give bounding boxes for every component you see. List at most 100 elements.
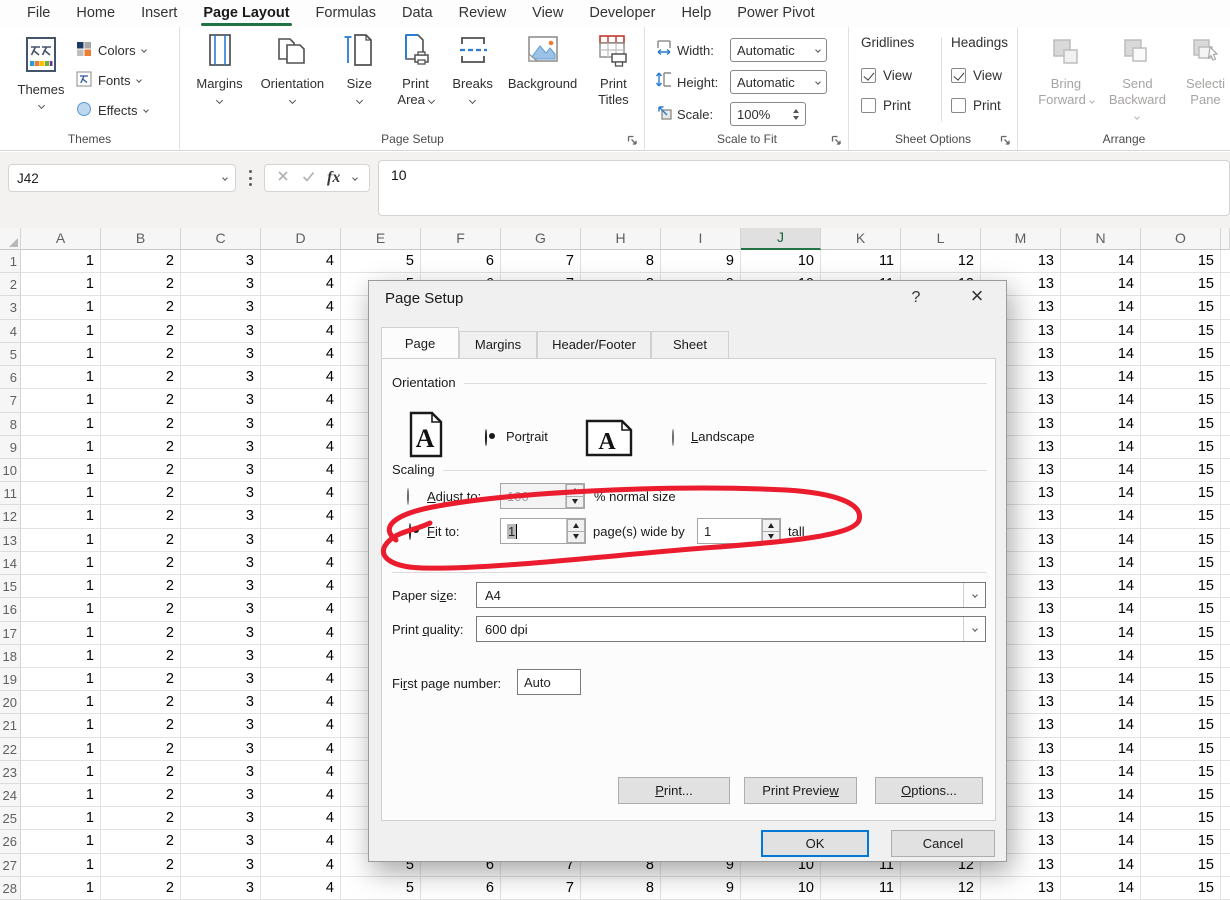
cell-D3[interactable]: 4 — [261, 296, 341, 319]
margins-button[interactable]: Margins — [189, 27, 250, 103]
row-header-27[interactable]: 27 — [0, 854, 21, 877]
cell-B5[interactable]: 2 — [101, 343, 181, 366]
cell-D27[interactable]: 4 — [261, 854, 341, 877]
cell-O2[interactable]: 15 — [1141, 273, 1221, 296]
cell-A25[interactable]: 1 — [21, 807, 101, 830]
cell-G28[interactable]: 7 — [501, 877, 581, 900]
cell-C11[interactable]: 3 — [181, 482, 261, 505]
cancel-button[interactable]: Cancel — [891, 830, 995, 857]
cell-C23[interactable]: 3 — [181, 761, 261, 784]
cell-N6[interactable]: 14 — [1061, 366, 1141, 389]
cell-N2[interactable]: 14 — [1061, 273, 1141, 296]
cancel-entry-icon[interactable] — [277, 169, 289, 187]
cell-O24[interactable]: 15 — [1141, 784, 1221, 807]
print-preview-button[interactable]: Print Preview — [744, 777, 857, 804]
cell-L28[interactable]: 12 — [901, 877, 981, 900]
cell-K1[interactable]: 11 — [821, 250, 901, 273]
column-header-O[interactable]: O — [1141, 228, 1221, 250]
cell-D11[interactable]: 4 — [261, 482, 341, 505]
fit-to-label[interactable]: Fit to: — [427, 524, 460, 539]
cell-O21[interactable]: 15 — [1141, 714, 1221, 737]
row-header-12[interactable]: 12 — [0, 505, 21, 528]
cell-A14[interactable]: 1 — [21, 552, 101, 575]
cell-O6[interactable]: 15 — [1141, 366, 1221, 389]
cell-N11[interactable]: 14 — [1061, 482, 1141, 505]
tab-page[interactable]: Page — [381, 327, 459, 358]
size-button[interactable]: Size — [335, 27, 384, 103]
column-header-K[interactable]: K — [821, 228, 901, 250]
cell-B23[interactable]: 2 — [101, 761, 181, 784]
headings-view-checkbox[interactable]: View — [951, 60, 1023, 90]
cell-B11[interactable]: 2 — [101, 482, 181, 505]
cell-N14[interactable]: 14 — [1061, 552, 1141, 575]
cell-B3[interactable]: 2 — [101, 296, 181, 319]
column-header-H[interactable]: H — [581, 228, 661, 250]
cell-B1[interactable]: 2 — [101, 250, 181, 273]
cell-B2[interactable]: 2 — [101, 273, 181, 296]
column-header-N[interactable]: N — [1061, 228, 1141, 250]
cell-N20[interactable]: 14 — [1061, 691, 1141, 714]
cell-N7[interactable]: 14 — [1061, 389, 1141, 412]
cell-A7[interactable]: 1 — [21, 389, 101, 412]
cell-O28[interactable]: 15 — [1141, 877, 1221, 900]
cell-N15[interactable]: 14 — [1061, 575, 1141, 598]
cell-D2[interactable]: 4 — [261, 273, 341, 296]
column-header-A[interactable]: A — [21, 228, 101, 250]
menu-tab-page-layout[interactable]: Page Layout — [190, 0, 302, 27]
cell-N5[interactable]: 14 — [1061, 343, 1141, 366]
column-header-M[interactable]: M — [981, 228, 1061, 250]
colors-button[interactable]: Colors — [76, 35, 148, 65]
cell-O11[interactable]: 15 — [1141, 482, 1221, 505]
row-header-23[interactable]: 23 — [0, 761, 21, 784]
cell-B21[interactable]: 2 — [101, 714, 181, 737]
combo-dropdown-icon[interactable] — [963, 583, 985, 607]
cell-B18[interactable]: 2 — [101, 645, 181, 668]
cell-N12[interactable]: 14 — [1061, 505, 1141, 528]
cell-B7[interactable]: 2 — [101, 389, 181, 412]
fit-to-radio[interactable] — [409, 523, 411, 540]
cell-C13[interactable]: 3 — [181, 529, 261, 552]
cell-D19[interactable]: 4 — [261, 668, 341, 691]
cell-B26[interactable]: 2 — [101, 830, 181, 853]
scale-spinner[interactable]: 100% — [730, 102, 806, 126]
adjust-to-radio[interactable] — [407, 488, 409, 505]
menu-tab-power-pivot[interactable]: Power Pivot — [724, 0, 827, 27]
cell-A28[interactable]: 1 — [21, 877, 101, 900]
cell-B15[interactable]: 2 — [101, 575, 181, 598]
cell-O10[interactable]: 15 — [1141, 459, 1221, 482]
cell-N3[interactable]: 14 — [1061, 296, 1141, 319]
spinner-buttons-icon[interactable] — [565, 484, 584, 508]
cell-N10[interactable]: 14 — [1061, 459, 1141, 482]
menu-tab-view[interactable]: View — [519, 0, 576, 27]
tab-sheet[interactable]: Sheet — [651, 331, 729, 358]
cell-B24[interactable]: 2 — [101, 784, 181, 807]
cell-J1[interactable]: 10 — [741, 250, 821, 273]
menu-tab-review[interactable]: Review — [446, 0, 520, 27]
cell-N28[interactable]: 14 — [1061, 877, 1141, 900]
cell-A23[interactable]: 1 — [21, 761, 101, 784]
row-header-10[interactable]: 10 — [0, 459, 21, 482]
cell-E1[interactable]: 5 — [341, 250, 421, 273]
height-combo[interactable]: Automatic — [730, 70, 827, 94]
cell-D22[interactable]: 4 — [261, 738, 341, 761]
cell-C17[interactable]: 3 — [181, 622, 261, 645]
cell-O26[interactable]: 15 — [1141, 830, 1221, 853]
options-button[interactable]: Options... — [875, 777, 983, 804]
cell-O22[interactable]: 15 — [1141, 738, 1221, 761]
cell-A15[interactable]: 1 — [21, 575, 101, 598]
column-header-B[interactable]: B — [101, 228, 181, 250]
portrait-radio[interactable] — [485, 429, 487, 446]
breaks-button[interactable]: Breaks — [447, 27, 498, 103]
row-header-11[interactable]: 11 — [0, 482, 21, 505]
column-header-E[interactable]: E — [341, 228, 421, 250]
menu-tab-file[interactable]: File — [14, 0, 63, 27]
cell-B9[interactable]: 2 — [101, 436, 181, 459]
fonts-button[interactable]: Fonts — [76, 65, 148, 95]
column-header-J[interactable]: J — [741, 228, 821, 250]
cell-O27[interactable]: 15 — [1141, 854, 1221, 877]
cell-O14[interactable]: 15 — [1141, 552, 1221, 575]
checkbox-icon[interactable] — [861, 98, 876, 113]
scale-to-fit-dialog-launcher[interactable] — [831, 133, 843, 145]
cell-O23[interactable]: 15 — [1141, 761, 1221, 784]
cell-A24[interactable]: 1 — [21, 784, 101, 807]
